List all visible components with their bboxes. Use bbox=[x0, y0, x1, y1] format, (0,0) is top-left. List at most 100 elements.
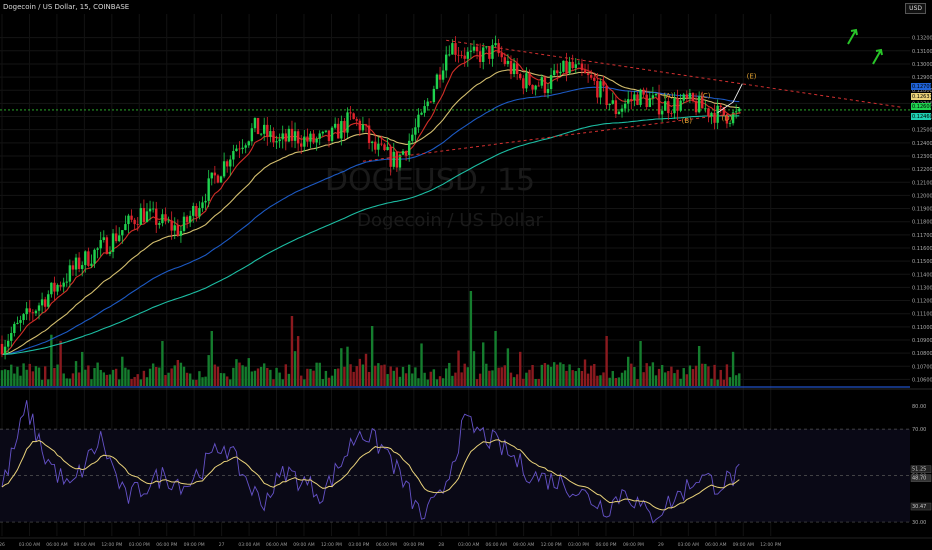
price-axis[interactable]: 0.132000.131000.130000.129000.128000.127… bbox=[910, 36, 932, 526]
wave-label: (C) bbox=[700, 92, 711, 100]
volume-bar bbox=[16, 366, 19, 386]
candle-body bbox=[300, 143, 303, 147]
volume-bar bbox=[145, 377, 149, 386]
candle-body bbox=[429, 101, 432, 103]
symbol-title[interactable]: Dogecoin / US Dollar, 15, COINBASE bbox=[3, 3, 129, 11]
candle-body bbox=[660, 110, 664, 115]
volume-bar bbox=[293, 351, 297, 386]
volume-bar bbox=[118, 379, 121, 386]
candle-body bbox=[401, 151, 405, 155]
candle-body bbox=[164, 214, 167, 222]
price-tick-label: 0.11400 bbox=[912, 272, 932, 278]
volume-bar bbox=[670, 366, 673, 386]
candle-body bbox=[552, 70, 556, 76]
price-tag-label: 0.12709 bbox=[912, 84, 932, 90]
volume-bar bbox=[722, 379, 726, 386]
candle-body bbox=[25, 308, 28, 315]
price-tick-label: 0.12200 bbox=[912, 167, 932, 173]
price-tag-label: 0.12460 bbox=[912, 114, 932, 120]
candle-body bbox=[247, 141, 250, 146]
candle-body bbox=[602, 81, 605, 86]
volume-bar bbox=[321, 379, 325, 386]
candle-body bbox=[47, 294, 50, 307]
time-tick-label: 09:00 AM bbox=[293, 542, 314, 548]
candle-body bbox=[232, 151, 235, 160]
candle-body bbox=[414, 127, 417, 135]
volume-bar bbox=[420, 343, 423, 386]
candle-body bbox=[259, 133, 263, 135]
volume-bar bbox=[725, 364, 729, 386]
candle-body bbox=[253, 117, 257, 129]
candle-body bbox=[676, 98, 679, 111]
candle-body bbox=[445, 54, 448, 71]
volume-bar bbox=[503, 365, 507, 386]
volume-bar bbox=[491, 370, 494, 386]
candle-body bbox=[53, 282, 56, 292]
volume-bar bbox=[130, 378, 133, 386]
volume-bar bbox=[173, 365, 176, 386]
candle-body bbox=[426, 101, 429, 107]
volume-bar bbox=[229, 379, 232, 386]
volume-bar bbox=[466, 367, 469, 386]
candle-body bbox=[71, 265, 75, 270]
candle-body bbox=[710, 112, 713, 117]
volume-bar bbox=[216, 366, 220, 386]
candle-body bbox=[441, 70, 445, 80]
volume-bar bbox=[3, 369, 7, 386]
volume-bar bbox=[586, 373, 590, 386]
volume-bar bbox=[605, 336, 608, 386]
candle-body bbox=[639, 89, 642, 105]
candle-body bbox=[87, 251, 90, 266]
candle-body bbox=[145, 211, 149, 223]
price-tag-label: 0.12637 bbox=[912, 94, 932, 100]
candle-body bbox=[192, 206, 195, 216]
time-tick-label: 09:00 AM bbox=[513, 542, 534, 548]
candle-body bbox=[713, 112, 716, 123]
volume-bar bbox=[148, 368, 152, 386]
volume-bar bbox=[340, 348, 343, 386]
candle-body bbox=[81, 265, 84, 269]
time-tick-label: 09:00 PM bbox=[184, 542, 205, 548]
candle-body bbox=[482, 47, 485, 63]
volume-bar bbox=[608, 377, 611, 386]
volume-bar bbox=[266, 367, 269, 386]
time-tick-label: 28 bbox=[438, 542, 444, 548]
candle-body bbox=[636, 94, 639, 105]
candle-body bbox=[420, 112, 423, 115]
candle-body bbox=[623, 103, 627, 109]
volume-bar bbox=[432, 369, 436, 386]
candle-body bbox=[102, 237, 105, 241]
price-tick-label: 0.11700 bbox=[912, 233, 932, 239]
volume-bar bbox=[562, 364, 565, 386]
volume-bar bbox=[691, 369, 695, 386]
candle-body bbox=[343, 121, 346, 133]
candle-body bbox=[614, 100, 618, 115]
candle-body bbox=[593, 77, 596, 81]
volume-bar bbox=[256, 368, 260, 386]
volume-bar bbox=[651, 362, 655, 386]
price-tick-label: 0.10600 bbox=[912, 377, 932, 383]
price-tick-label: 0.10900 bbox=[912, 338, 932, 344]
candle-body bbox=[111, 233, 115, 252]
candle-body bbox=[278, 139, 281, 142]
price-tick-label: 0.13100 bbox=[912, 49, 932, 55]
candle-body bbox=[565, 60, 568, 73]
volume-bar bbox=[355, 366, 358, 386]
candle-body bbox=[74, 257, 78, 270]
rsi-tick-label: 70.00 bbox=[912, 427, 926, 433]
volume-bar bbox=[315, 362, 318, 386]
volume-bar bbox=[59, 340, 62, 386]
currency-badge[interactable]: USD bbox=[905, 3, 926, 14]
candle-body bbox=[349, 112, 352, 114]
volume-bar bbox=[253, 370, 257, 386]
candle-body bbox=[568, 61, 571, 73]
volume-bar bbox=[694, 365, 698, 386]
price-tick-label: 0.10700 bbox=[912, 364, 932, 370]
volume-bar bbox=[370, 326, 374, 386]
volume-bar bbox=[259, 366, 263, 386]
candle-body bbox=[241, 147, 244, 150]
candle-body bbox=[630, 99, 633, 101]
candle-body bbox=[333, 123, 337, 128]
volume-bar bbox=[383, 364, 386, 386]
volume-bar bbox=[697, 346, 701, 386]
